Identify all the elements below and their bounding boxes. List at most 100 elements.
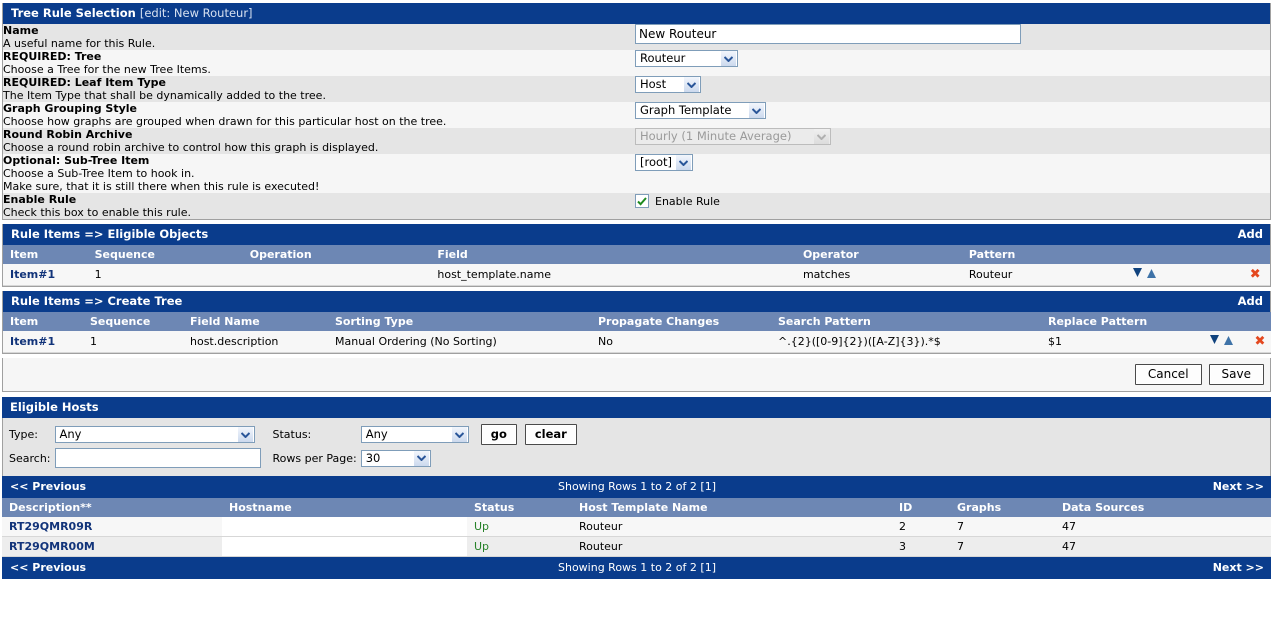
row-item-link[interactable]: Item#1 — [10, 268, 55, 281]
column-header-propagate-changes[interactable]: Propagate Changes — [591, 312, 771, 331]
add-create-tree-link[interactable]: Add — [1238, 295, 1263, 308]
move-down-icon[interactable] — [1131, 267, 1144, 282]
save-button[interactable]: Save — [1208, 364, 1264, 385]
column-header-delete — [1237, 245, 1270, 264]
row-operator: matches — [795, 264, 962, 286]
sub-tree-item-select[interactable]: [root] — [635, 154, 693, 171]
rows-per-page-select[interactable]: 30 — [360, 449, 431, 467]
chevron-down-icon — [814, 129, 829, 144]
table-row: Item#1 1 host.description Manual Orderin… — [3, 331, 1271, 353]
move-down-icon[interactable] — [1208, 334, 1221, 349]
field-label-tree: REQUIRED: Tree — [3, 50, 102, 63]
column-header-hostname[interactable]: Hostname — [222, 498, 467, 517]
showing-rows-label-bottom: Showing Rows 1 to 2 of 2 [1] — [557, 561, 716, 574]
column-header-operation[interactable]: Operation — [242, 245, 431, 264]
previous-page-link[interactable]: << Previous — [10, 480, 86, 493]
column-header-description[interactable]: Description** — [2, 498, 222, 517]
delete-icon[interactable]: ✖ — [1255, 334, 1266, 349]
row-sequence: 1 — [83, 331, 183, 353]
host-id: 2 — [892, 517, 950, 537]
search-input[interactable] — [54, 448, 261, 468]
row-search-pattern: ^.{2}([0-9]{2})([A-Z]{3}).*$ — [771, 331, 1041, 353]
chevron-down-icon — [749, 103, 764, 118]
previous-page-link[interactable]: << Previous — [10, 561, 86, 574]
host-status: Up — [467, 536, 572, 557]
host-template-name: Routeur — [572, 536, 892, 557]
row-operation — [242, 264, 431, 286]
filter-status-label: Status: — [272, 428, 312, 441]
pagination-bottom: << Previous Showing Rows 1 to 2 of 2 [1]… — [2, 557, 1271, 579]
status-select[interactable]: Any — [360, 426, 469, 443]
tree-select[interactable]: Routeur — [635, 50, 738, 67]
filter-rows-label: Rows per Page: — [272, 451, 357, 465]
form-row-leaf-item-type: REQUIRED: Leaf Item Type The Item Type t… — [3, 76, 1270, 102]
filter-search-label: Search: — [9, 451, 51, 465]
row-replace-pattern: $1 — [1041, 331, 1201, 353]
row-sorting-type: Manual Ordering (No Sorting) — [328, 331, 591, 353]
eligible-objects-table: Item Sequence Operation Field Operator P… — [3, 245, 1270, 286]
move-up-icon[interactable] — [1145, 267, 1158, 282]
filter-type-label: Type: — [9, 428, 38, 441]
chevron-down-icon — [451, 427, 467, 442]
row-actions — [1201, 331, 1246, 353]
row-item-link[interactable]: Item#1 — [10, 335, 55, 348]
chevron-down-icon — [413, 450, 429, 466]
cancel-button[interactable]: Cancel — [1134, 364, 1202, 385]
column-header-operator[interactable]: Operator — [795, 245, 962, 264]
next-page-link[interactable]: Next >> — [1213, 480, 1264, 493]
leaf-item-type-select-value: Host — [640, 77, 667, 91]
status-select-value: Any — [365, 427, 388, 441]
column-header-id[interactable]: ID — [892, 498, 950, 517]
type-select-value: Any — [59, 427, 82, 441]
field-desc-round-robin-archive: Choose a round robin archive to control … — [3, 141, 379, 154]
eligible-hosts-header: Eligible Hosts — [2, 397, 1271, 418]
column-header-data-sources[interactable]: Data Sources — [1055, 498, 1271, 517]
column-header-status[interactable]: Status — [467, 498, 572, 517]
row-field-name: host.description — [183, 331, 328, 353]
graph-grouping-style-select[interactable]: Graph Template — [635, 102, 766, 119]
column-header-search-pattern[interactable]: Search Pattern — [771, 312, 1041, 331]
leaf-item-type-select[interactable]: Host — [635, 76, 701, 93]
name-input[interactable] — [635, 24, 1021, 44]
column-header-item[interactable]: Item — [3, 312, 83, 331]
chevron-down-icon — [676, 155, 692, 170]
move-up-icon[interactable] — [1222, 334, 1235, 349]
column-header-sequence[interactable]: Sequence — [83, 312, 183, 331]
next-page-link[interactable]: Next >> — [1213, 561, 1264, 574]
row-delete-cell: ✖ — [1246, 331, 1271, 353]
eligible-hosts-table: Description** Hostname Status Host Templ… — [2, 498, 1271, 557]
type-select[interactable]: Any — [54, 426, 255, 443]
host-description-link[interactable]: RT29QMR00M — [9, 540, 95, 553]
page-title-subtitle: [edit: New Routeur] — [139, 6, 253, 20]
enable-rule-checkbox[interactable] — [635, 194, 649, 208]
rule-form: Name A useful name for this Rule. REQUIR… — [3, 24, 1270, 219]
table-row[interactable]: RT29QMR09R Up Routeur 2 7 47 — [2, 517, 1271, 537]
column-header-field-name[interactable]: Field Name — [183, 312, 328, 331]
field-label-round-robin-archive: Round Robin Archive — [3, 128, 133, 141]
delete-icon[interactable]: ✖ — [1250, 267, 1261, 282]
column-header-graphs[interactable]: Graphs — [950, 498, 1055, 517]
host-graphs: 7 — [950, 536, 1055, 557]
host-data-sources: 47 — [1055, 536, 1271, 557]
field-label-sub-tree-item: Optional: Sub-Tree Item — [3, 154, 150, 167]
column-header-sorting-type[interactable]: Sorting Type — [328, 312, 591, 331]
column-header-replace-pattern[interactable]: Replace Pattern — [1041, 312, 1201, 331]
field-desc-tree: Choose a Tree for the new Tree Items. — [3, 63, 211, 76]
eligible-objects-header: Rule Items => Eligible Objects Add — [3, 224, 1270, 245]
eligible-hosts-filter: Type: Any Status: Any go clear Search: R… — [2, 418, 1271, 476]
field-desc-enable-rule: Check this box to enable this rule. — [3, 206, 191, 219]
column-header-field[interactable]: Field — [430, 245, 796, 264]
column-header-host-template-name[interactable]: Host Template Name — [572, 498, 892, 517]
add-eligible-object-link[interactable]: Add — [1238, 228, 1263, 241]
column-header-item[interactable]: Item — [3, 245, 88, 264]
showing-rows-label-top: Showing Rows 1 to 2 of 2 [1] — [557, 480, 716, 493]
column-header-pattern[interactable]: Pattern — [961, 245, 1124, 264]
cacti-page: Tree Rule Selection [edit: New Routeur] … — [0, 3, 1273, 579]
host-description-link[interactable]: RT29QMR09R — [9, 520, 92, 533]
column-header-sequence[interactable]: Sequence — [87, 245, 243, 264]
eligible-objects-title: Rule Items => Eligible Objects — [11, 227, 209, 241]
go-button[interactable]: go — [480, 424, 517, 445]
round-robin-archive-select: Hourly (1 Minute Average) — [635, 128, 831, 145]
clear-button[interactable]: clear — [524, 424, 577, 445]
table-row[interactable]: RT29QMR00M Up Routeur 3 7 47 — [2, 536, 1271, 557]
